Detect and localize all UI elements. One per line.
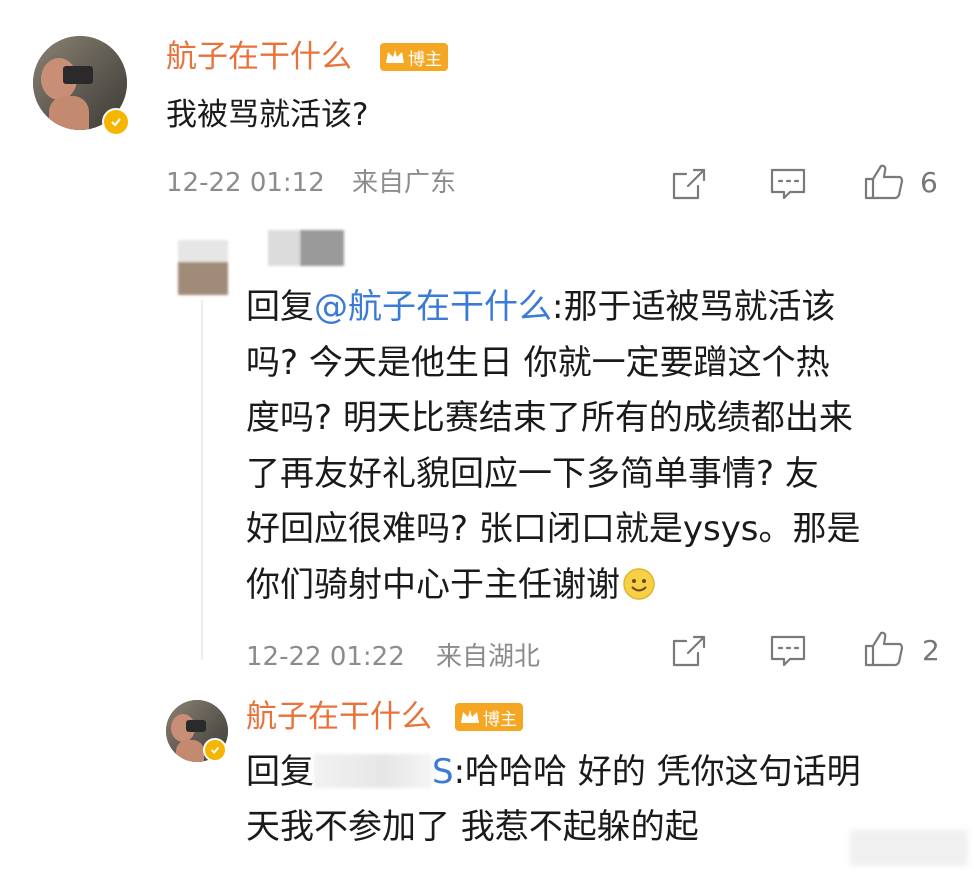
crown-icon bbox=[461, 710, 479, 723]
blogger-badge-label: 博主 bbox=[408, 49, 442, 70]
reply-text: 回复@航子在干什么:那于适被骂就活该 吗? 今天是他生日 你就一定要蹭这个热 度… bbox=[246, 280, 956, 613]
reply-line-3: 度吗? 明天比赛结束了所有的成绩都出来 bbox=[246, 398, 853, 438]
reply-prefix: 回复 bbox=[246, 287, 314, 327]
author-reply-prefix: 回复 bbox=[246, 752, 314, 792]
redacted-username bbox=[268, 230, 344, 266]
watermark-blur bbox=[850, 830, 968, 866]
commenter-username[interactable]: 航子在干什么 bbox=[166, 38, 352, 76]
author-reply-line-1: 回复 S:哈哈哈 好的 凭你这句话明 bbox=[246, 752, 861, 792]
comment-timestamp: 12-22 01:12 bbox=[166, 168, 325, 198]
mention-link[interactable]: @航子在干什么 bbox=[314, 287, 552, 327]
blogger-badge: 博主 bbox=[380, 43, 448, 71]
comment-icon[interactable] bbox=[768, 633, 808, 669]
thread-line bbox=[201, 300, 203, 660]
comment-icon[interactable] bbox=[768, 166, 808, 202]
redacted-mention bbox=[314, 754, 432, 788]
verified-icon bbox=[102, 108, 130, 136]
mention-suffix[interactable]: S bbox=[432, 752, 454, 792]
reply-like-count: 2 bbox=[922, 634, 940, 667]
smile-emoji-icon bbox=[623, 567, 655, 600]
verified-icon bbox=[203, 738, 227, 762]
blogger-badge: 博主 bbox=[455, 703, 523, 731]
reply-line-2: 吗? 今天是他生日 你就一定要蹭这个热 bbox=[246, 342, 830, 383]
like-count: 6 bbox=[920, 166, 938, 199]
reply-line-1: 回复@航子在干什么:那于适被骂就活该 bbox=[246, 287, 836, 327]
author-username[interactable]: 航子在干什么 bbox=[246, 698, 432, 736]
crown-icon bbox=[386, 50, 404, 63]
reply-line-5: 好回应很难吗? 张口闭口就是ysys。那是 bbox=[246, 509, 861, 549]
like-icon[interactable] bbox=[862, 162, 906, 202]
reply-location: 来自湖北 bbox=[436, 642, 541, 672]
share-icon[interactable] bbox=[670, 166, 708, 202]
comment-text: 我被骂就活该? bbox=[166, 97, 369, 133]
redacted-avatar bbox=[178, 240, 228, 295]
comment-location: 来自广东 bbox=[352, 168, 457, 198]
share-icon[interactable] bbox=[670, 633, 708, 669]
reply-line-4: 了再友好礼貌回应一下多简单事情? 友 bbox=[246, 453, 819, 494]
blogger-badge-label: 博主 bbox=[483, 709, 517, 730]
reply-line-6: 你们骑射中心于主任谢谢 bbox=[246, 558, 956, 614]
like-icon[interactable] bbox=[862, 629, 906, 669]
reply-timestamp: 12-22 01:22 bbox=[246, 642, 405, 672]
